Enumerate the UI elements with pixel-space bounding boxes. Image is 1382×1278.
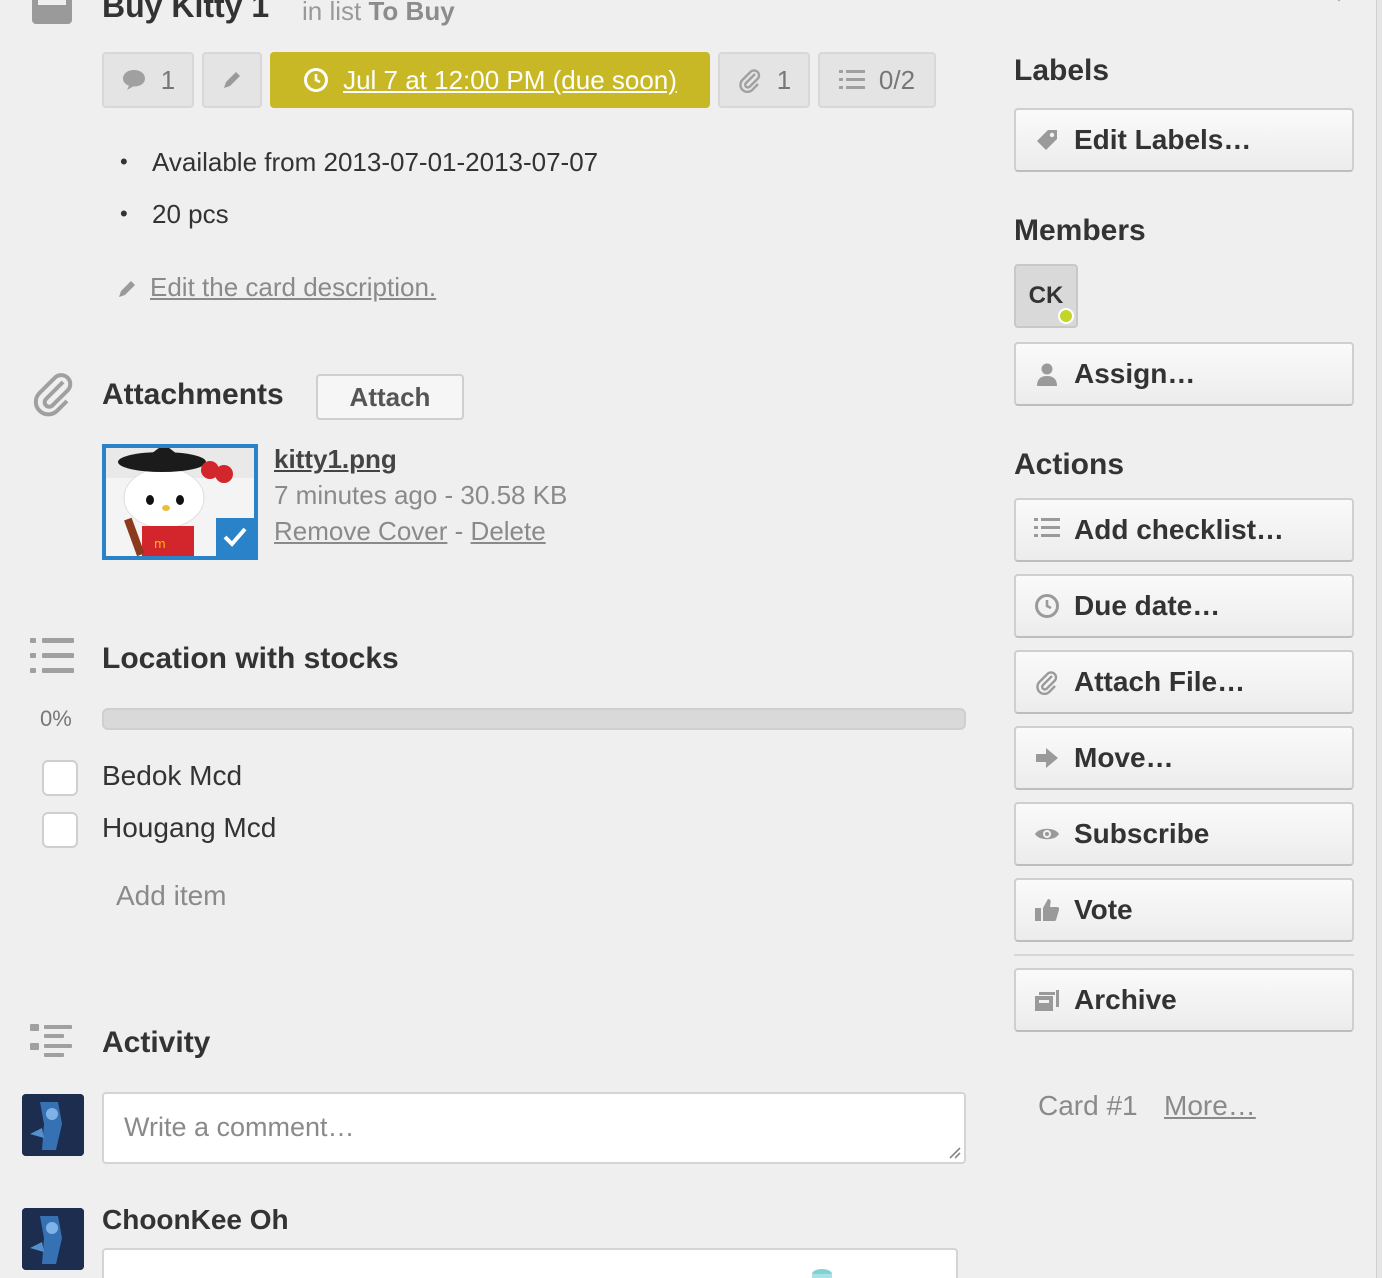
comments-count: 1 <box>160 64 176 95</box>
assign-button[interactable]: Assign… <box>1014 342 1354 406</box>
checklist-item-label[interactable]: Bedok Mcd <box>102 760 242 792</box>
checklist-percent: 0% <box>40 706 72 731</box>
checklist-icon <box>1034 517 1060 543</box>
assign-label: Assign… <box>1074 358 1196 389</box>
arrow-right-icon <box>1034 745 1060 771</box>
description-item: Available from 2013-07-01-2013-07-07 <box>120 140 598 192</box>
member-status-dot <box>1058 308 1074 324</box>
clock-icon <box>303 67 329 93</box>
list-name[interactable]: To Buy <box>368 0 454 26</box>
svg-text:m: m <box>154 537 166 551</box>
add-item-link[interactable]: Add item <box>116 880 227 912</box>
card-title[interactable]: Buy Kitty 1 <box>102 0 269 25</box>
due-date-badge[interactable]: Jul 7 at 12:00 PM (due soon) <box>270 52 710 108</box>
current-user-avatar[interactable] <box>22 1094 84 1156</box>
checklist-item-checkbox[interactable] <box>42 760 78 796</box>
labels-heading: Labels <box>1014 54 1110 87</box>
attach-file-label: Attach File… <box>1074 666 1246 697</box>
commenter-avatar[interactable] <box>22 1208 84 1270</box>
add-checklist-button[interactable]: Add checklist… <box>1014 498 1354 562</box>
comment-icon <box>121 68 147 92</box>
attachments-heading: Attachments <box>102 378 284 411</box>
vote-label: Vote <box>1074 894 1133 925</box>
pencil-icon <box>220 68 244 92</box>
comment-card <box>102 1248 958 1278</box>
card-list-info: in list To Buy <box>302 0 455 27</box>
attachment-separator: - <box>454 516 464 546</box>
archive-icon <box>1034 987 1060 1013</box>
edit-labels-label: Edit Labels… <box>1074 124 1252 155</box>
more-link[interactable]: More… <box>1164 1090 1256 1122</box>
card-description: Available from 2013-07-01-2013-07-07 20 … <box>120 140 598 244</box>
members-heading: Members <box>1014 214 1146 247</box>
archive-label: Archive <box>1074 984 1177 1015</box>
edit-description-label: Edit the card description. <box>150 272 437 302</box>
tag-icon <box>1034 127 1060 153</box>
vote-button[interactable]: Vote <box>1014 878 1354 942</box>
delete-attachment-link[interactable]: Delete <box>471 516 546 546</box>
subscribe-button[interactable]: Subscribe <box>1014 802 1354 866</box>
comments-badge[interactable]: 1 <box>102 52 194 108</box>
paperclip-icon <box>737 67 763 93</box>
due-date-button[interactable]: Due date… <box>1014 574 1354 638</box>
checklist-progress-bar <box>102 708 966 730</box>
member-avatar[interactable]: CK <box>1014 264 1078 328</box>
attachments-badge[interactable]: 1 <box>718 52 810 108</box>
checklist-item-checkbox[interactable] <box>42 812 78 848</box>
eye-icon <box>1034 821 1060 847</box>
attach-button[interactable]: Attach <box>316 374 464 420</box>
in-list-prefix: in list <box>302 0 362 26</box>
scrollbar[interactable] <box>1376 0 1382 1278</box>
checklist-heading[interactable]: Location with stocks <box>102 642 399 676</box>
comment-input[interactable]: Write a comment… <box>102 1092 966 1164</box>
edit-badge[interactable] <box>202 52 262 108</box>
checklist-icon <box>30 636 78 684</box>
cover-check-icon <box>216 518 254 556</box>
member-initials: CK <box>1028 282 1064 309</box>
card-icon <box>30 0 74 26</box>
activity-icon <box>30 1022 78 1070</box>
checklist-icon <box>838 69 865 91</box>
move-label: Move… <box>1074 742 1174 773</box>
activity-heading: Activity <box>102 1026 211 1059</box>
edit-labels-button[interactable]: Edit Labels… <box>1014 108 1354 172</box>
clock-icon <box>1034 593 1060 619</box>
attachment-actions: Remove Cover - Delete <box>274 516 546 547</box>
due-date-label: Due date… <box>1074 590 1221 621</box>
checklist-badge[interactable]: 0/2 <box>818 52 936 108</box>
attachment-filename[interactable]: kitty1.png <box>274 444 397 475</box>
checklist-item-label[interactable]: Hougang Mcd <box>102 812 276 844</box>
attachment-preview-icon <box>812 1269 832 1278</box>
commenter-name[interactable]: ChoonKee Oh <box>102 1204 289 1236</box>
card-number: Card #1 <box>1038 1090 1138 1121</box>
subscribe-label: Subscribe <box>1074 818 1210 849</box>
paperclip-icon <box>1034 669 1060 695</box>
archive-button[interactable]: Archive <box>1014 968 1354 1032</box>
edit-description-link[interactable]: Edit the card description. <box>116 272 436 303</box>
remove-cover-link[interactable]: Remove Cover <box>274 516 447 546</box>
attachment-meta: 7 minutes ago - 30.58 KB <box>274 480 568 510</box>
person-icon <box>1034 361 1060 387</box>
move-button[interactable]: Move… <box>1014 726 1354 790</box>
thumbs-up-icon <box>1034 897 1060 923</box>
resize-grip-icon[interactable] <box>946 1144 962 1160</box>
attach-file-button[interactable]: Attach File… <box>1014 650 1354 714</box>
add-checklist-label: Add checklist… <box>1074 514 1285 545</box>
attachment-thumbnail[interactable]: m <box>102 444 258 560</box>
due-date-text: Jul 7 at 12:00 PM (due soon) <box>343 64 677 95</box>
attachments-count: 1 <box>776 64 792 95</box>
actions-heading: Actions <box>1014 448 1125 481</box>
description-item: 20 pcs <box>120 192 598 244</box>
paperclip-icon <box>30 370 78 418</box>
pencil-icon <box>116 276 140 300</box>
checklist-count: 0/2 <box>878 64 916 95</box>
sidebar-divider <box>1014 954 1354 956</box>
close-icon[interactable] <box>1322 0 1356 12</box>
